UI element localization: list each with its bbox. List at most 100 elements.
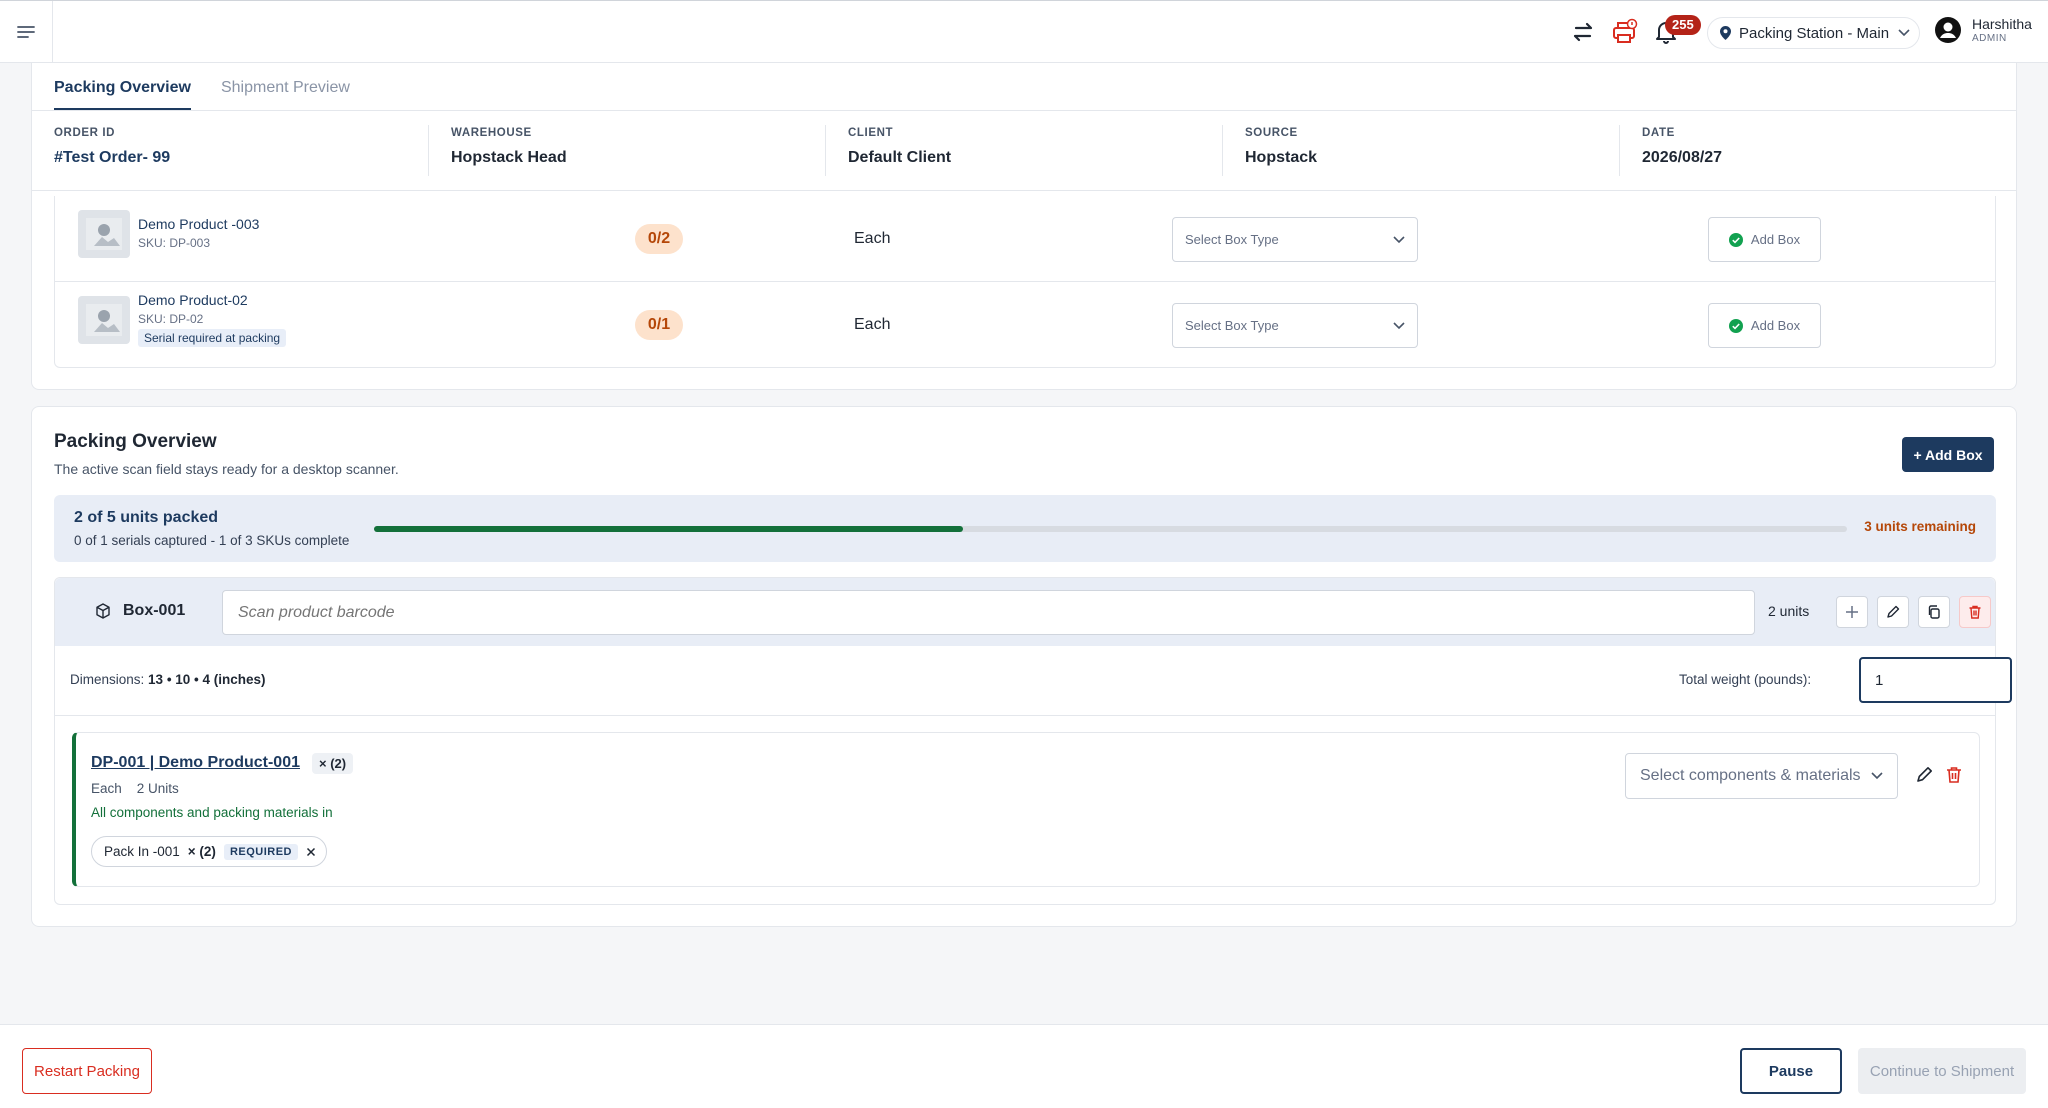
edit-box-button[interactable] xyxy=(1877,596,1909,628)
pause-button[interactable]: Pause xyxy=(1740,1048,1842,1094)
user-role: ADMIN xyxy=(1972,33,2007,44)
box-type-select[interactable]: Select Box Type xyxy=(1172,303,1418,348)
station-selector[interactable]: Packing Station - Main xyxy=(1707,17,1920,49)
delete-box-button[interactable] xyxy=(1959,596,1991,628)
client-field: CLIENT Default Client xyxy=(826,125,1223,176)
chip-name: Pack In -001 xyxy=(104,844,180,859)
info-value: Default Client xyxy=(848,149,952,166)
info-label: ORDER ID xyxy=(54,127,116,139)
tab-shipment-preview[interactable]: Shipment Preview xyxy=(221,63,350,111)
user-name: Harshitha xyxy=(1972,16,2032,32)
add-item-button[interactable] xyxy=(1836,596,1868,628)
plus-icon xyxy=(1846,606,1858,618)
dimensions-value: 13 • 10 • 4 (inches) xyxy=(148,672,266,687)
pencil-icon[interactable] xyxy=(1914,765,1934,785)
order-id-link[interactable]: #Test Order- 99 xyxy=(54,149,406,167)
box-type-select[interactable]: Select Box Type xyxy=(1172,217,1418,262)
continue-to-shipment-button[interactable]: Continue to Shipment xyxy=(1858,1048,2026,1094)
info-value: Hopstack Head xyxy=(451,149,567,166)
menu-icon xyxy=(17,26,35,38)
products-table: Demo Product -003 SKU: DP-003 0/2 Each S… xyxy=(54,196,1996,368)
info-value: Hopstack xyxy=(1245,149,1318,166)
chevron-down-icon xyxy=(1393,321,1405,329)
location-pin-icon xyxy=(1720,26,1731,40)
component-chip: Pack In -001 × (2) REQUIRED xyxy=(91,836,327,867)
tab-packing-overview[interactable]: Packing Overview xyxy=(54,63,191,111)
box-header: Box-001 2 units xyxy=(55,578,1995,646)
add-box-button[interactable]: Add Box xyxy=(1708,303,1821,348)
progress-bar-fill xyxy=(374,526,964,532)
source-field: SOURCE Hopstack xyxy=(1223,125,1620,176)
required-tag: REQUIRED xyxy=(223,843,298,860)
divider xyxy=(55,715,1995,716)
product-name-link[interactable]: Demo Product -003 xyxy=(138,216,259,232)
uom-label: Each xyxy=(854,230,891,247)
box-units-count: 2 units xyxy=(1768,603,1810,619)
copy-icon xyxy=(1928,605,1940,619)
table-row: Demo Product -003 SKU: DP-003 0/2 Each S… xyxy=(55,196,1995,282)
add-box-primary-button[interactable]: + Add Box xyxy=(1902,437,1994,472)
dimensions-label: Dimensions: xyxy=(70,672,145,687)
scan-barcode-input[interactable] xyxy=(222,590,1755,635)
product-image-icon xyxy=(86,304,122,336)
total-weight-input[interactable] xyxy=(1859,657,2012,703)
printer-icon[interactable] xyxy=(1609,17,1639,47)
add-box-button[interactable]: Add Box xyxy=(1708,217,1821,262)
item-title-link[interactable]: DP-001 | Demo Product-001 xyxy=(91,754,300,772)
item-meta: Each 2 Units xyxy=(91,781,179,796)
check-circle-icon xyxy=(1728,232,1743,247)
info-value: 2026/08/27 xyxy=(1642,149,1723,166)
warehouse-field: WAREHOUSE Hopstack Head xyxy=(429,125,826,176)
box-type-placeholder: Select Box Type xyxy=(1185,318,1279,333)
chip-qty: × (2) xyxy=(187,844,216,859)
order-card: Packing Overview Shipment Preview ORDER … xyxy=(31,63,2017,390)
notification-badge: 255 xyxy=(1665,15,1701,35)
product-name-link[interactable]: Demo Product-02 xyxy=(138,292,248,308)
info-label: DATE xyxy=(1642,127,1675,139)
item-uom: Each xyxy=(91,781,122,796)
progress-panel: 2 of 5 units packed 0 of 1 serials captu… xyxy=(54,495,1996,562)
restart-packing-button[interactable]: Restart Packing xyxy=(22,1048,152,1094)
product-thumbnail xyxy=(78,210,130,258)
components-select[interactable]: Select components & materials xyxy=(1625,753,1898,799)
components-placeholder: Select components & materials xyxy=(1640,767,1861,784)
product-image-icon xyxy=(86,218,122,250)
progress-subtitle: 0 of 1 serials captured - 1 of 3 SKUs co… xyxy=(74,533,350,548)
section-subtitle: The active scan field stays ready for a … xyxy=(54,461,399,477)
switch-icon[interactable] xyxy=(1568,17,1598,47)
order-id-field: ORDER ID #Test Order- 99 xyxy=(32,125,429,176)
tabs: Packing Overview Shipment Preview xyxy=(54,63,350,111)
add-box-label: Add Box xyxy=(1750,232,1801,247)
trash-icon[interactable] xyxy=(1944,765,1964,785)
close-icon[interactable] xyxy=(306,847,316,857)
info-label: WAREHOUSE xyxy=(451,127,532,139)
qty-badge: 0/1 xyxy=(635,310,683,340)
chevron-down-icon xyxy=(1898,29,1910,37)
info-label: CLIENT xyxy=(848,127,894,139)
weight-label: Total weight (pounds): xyxy=(1679,672,1812,687)
add-box-label: Add Box xyxy=(1750,318,1801,333)
uom-label: Each xyxy=(854,316,891,333)
serial-required-tag: Serial required at packing xyxy=(138,329,287,347)
item-status-text: All components and packing materials in xyxy=(91,805,333,820)
product-sku: SKU: DP-02 xyxy=(138,312,204,326)
date-field: DATE 2026/08/27 xyxy=(1620,125,2016,176)
progress-bar xyxy=(374,526,1847,532)
check-circle-icon xyxy=(1728,318,1743,333)
packed-item-card: DP-001 | Demo Product-001 × (2) Each 2 U… xyxy=(72,732,1980,887)
item-units: 2 Units xyxy=(136,781,179,796)
duplicate-box-button[interactable] xyxy=(1918,596,1950,628)
box-type-placeholder: Select Box Type xyxy=(1185,232,1279,247)
footer-bar: Restart Packing Pause Continue to Shipme… xyxy=(0,1024,2048,1108)
menu-button[interactable] xyxy=(0,1,53,63)
product-sku: SKU: DP-003 xyxy=(138,236,211,250)
product-thumbnail xyxy=(78,296,130,344)
pencil-icon xyxy=(1887,605,1900,618)
trash-icon xyxy=(1969,605,1981,619)
chevron-down-icon xyxy=(1871,772,1883,780)
box-title: Box-001 xyxy=(95,602,185,620)
cube-icon xyxy=(96,603,110,619)
item-qty-badge: × (2) xyxy=(312,753,354,774)
user-menu[interactable]: Harshitha ADMIN xyxy=(1934,15,2032,44)
progress-title: 2 of 5 units packed xyxy=(74,509,219,526)
